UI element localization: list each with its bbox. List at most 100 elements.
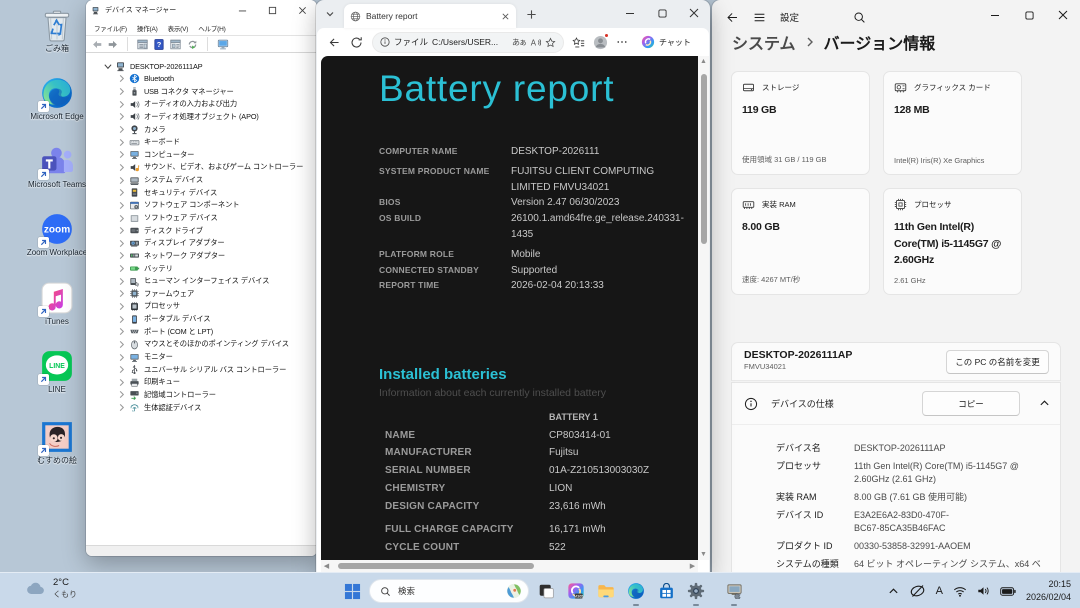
collapsed-chevron-icon[interactable] bbox=[117, 378, 126, 387]
favorites-hub-icon[interactable] bbox=[568, 32, 588, 52]
browser-close-button[interactable] bbox=[678, 0, 710, 26]
info-card-ram[interactable]: 実装 RAM 8.00 GB 速度: 4267 MT/秒 bbox=[731, 188, 870, 295]
collapsed-chevron-icon[interactable] bbox=[117, 251, 126, 260]
collapsed-chevron-icon[interactable] bbox=[117, 353, 126, 362]
taskbar-search-box[interactable]: 検索 bbox=[369, 579, 529, 603]
dm-menu-file[interactable]: ファイル(F) bbox=[89, 21, 132, 35]
tree-item[interactable]: ユニバーサル シリアル バス コントローラー bbox=[86, 363, 316, 376]
tree-item[interactable]: DESKTOP-2026111AP bbox=[86, 60, 316, 73]
collapsed-chevron-icon[interactable] bbox=[117, 277, 126, 286]
scroll-right-icon[interactable]: ▶ bbox=[687, 562, 698, 570]
file-explorer-button[interactable] bbox=[593, 578, 619, 604]
dm-minimize-button[interactable] bbox=[227, 0, 257, 20]
settings-minimize-button[interactable] bbox=[978, 0, 1012, 30]
new-tab-icon[interactable] bbox=[526, 9, 537, 20]
collapse-chevron-icon[interactable] bbox=[1039, 398, 1050, 409]
browser-tab[interactable]: Battery report bbox=[344, 4, 516, 28]
collapsed-chevron-icon[interactable] bbox=[117, 176, 126, 185]
scroll-up-icon[interactable]: ▲ bbox=[698, 58, 709, 65]
vertical-scroll-thumb[interactable] bbox=[700, 74, 707, 244]
tree-item[interactable]: ソフトウェア デバイス bbox=[86, 212, 316, 225]
tree-item[interactable]: モニター bbox=[86, 351, 316, 364]
collapsed-chevron-icon[interactable] bbox=[117, 340, 126, 349]
tree-item[interactable]: ディスプレイ アダプター bbox=[86, 237, 316, 250]
settings-titlebar[interactable]: 設定 bbox=[712, 0, 1080, 34]
forward-icon[interactable] bbox=[108, 40, 118, 49]
collapsed-chevron-icon[interactable] bbox=[117, 264, 126, 273]
info-card-storage[interactable]: ストレージ 119 GB 使用領域 31 GB / 119 GB bbox=[731, 71, 870, 175]
desktop-icon-teams[interactable]: Microsoft Teams bbox=[19, 144, 95, 190]
collapsed-chevron-icon[interactable] bbox=[117, 390, 126, 399]
tree-item[interactable]: ファームウェア bbox=[86, 288, 316, 301]
tree-item[interactable]: ポータブル デバイス bbox=[86, 313, 316, 326]
battery-icon[interactable] bbox=[1000, 586, 1016, 596]
desktop-icon-line[interactable]: LINE bbox=[19, 349, 95, 395]
read-aloud-icon[interactable]: A bbox=[530, 37, 541, 48]
copilot-365-button[interactable]: M365 bbox=[563, 578, 589, 604]
collapsed-chevron-icon[interactable] bbox=[117, 125, 126, 134]
collapsed-chevron-icon[interactable] bbox=[117, 201, 126, 210]
tree-item[interactable]: 生体認証デバイス bbox=[86, 401, 316, 414]
tree-item[interactable]: マウスとそのほかのポインティング デバイス bbox=[86, 338, 316, 351]
tree-item[interactable]: カメラ bbox=[86, 123, 316, 136]
dm-menu-help[interactable]: ヘルプ(H) bbox=[193, 21, 230, 35]
device-manager-taskbar-button[interactable] bbox=[721, 578, 747, 606]
task-view-button[interactable] bbox=[533, 578, 559, 604]
info-card-cpu[interactable]: プロセッサ 11th Gen Intel(R) Core(TM) i5-1145G… bbox=[883, 188, 1022, 295]
collapsed-chevron-icon[interactable] bbox=[117, 112, 126, 121]
edge-taskbar-button[interactable] bbox=[623, 578, 649, 606]
copilot-chat-button[interactable]: チャット bbox=[634, 32, 698, 52]
collapsed-chevron-icon[interactable] bbox=[117, 365, 126, 374]
tree-item[interactable]: USB コネクタ マネージャー bbox=[86, 85, 316, 98]
settings-back-icon[interactable] bbox=[726, 11, 739, 24]
back-icon[interactable] bbox=[92, 40, 102, 49]
list-view-icon[interactable] bbox=[137, 39, 148, 50]
settings-search-icon[interactable] bbox=[853, 11, 866, 24]
collapsed-chevron-icon[interactable] bbox=[117, 100, 126, 109]
help-icon[interactable]: ? bbox=[154, 38, 164, 50]
settings-taskbar-button[interactable] bbox=[683, 578, 709, 606]
tree-item[interactable]: ソフトウェア コンポーネント bbox=[86, 199, 316, 212]
collapsed-chevron-icon[interactable] bbox=[117, 289, 126, 298]
collapsed-chevron-icon[interactable] bbox=[117, 163, 126, 172]
tray-expand-icon[interactable] bbox=[888, 586, 899, 597]
expanded-chevron-icon[interactable] bbox=[103, 62, 112, 71]
settings-close-button[interactable] bbox=[1046, 0, 1080, 30]
wifi-icon[interactable] bbox=[953, 586, 967, 597]
tree-item[interactable]: 印刷キュー bbox=[86, 376, 316, 389]
desktop-icon-zoom[interactable]: Zoom Workplace bbox=[19, 212, 95, 258]
collapsed-chevron-icon[interactable] bbox=[117, 74, 126, 83]
properties-icon[interactable] bbox=[170, 39, 181, 50]
scan-icon[interactable] bbox=[187, 39, 198, 50]
mic-off-icon[interactable] bbox=[909, 584, 926, 598]
collapsed-chevron-icon[interactable] bbox=[117, 327, 126, 336]
desktop-icon-edge[interactable]: Microsoft Edge bbox=[19, 76, 95, 122]
desktop-icon-itunes[interactable]: iTunes bbox=[19, 281, 95, 327]
browser-back-icon[interactable] bbox=[324, 32, 344, 52]
tree-item[interactable]: ディスク ドライブ bbox=[86, 224, 316, 237]
address-bar[interactable]: ファイル C:/Users/USER... あぁ A bbox=[372, 31, 564, 53]
computer-icon[interactable] bbox=[217, 39, 229, 50]
translate-icon[interactable]: あぁ bbox=[512, 37, 527, 48]
collapsed-chevron-icon[interactable] bbox=[117, 188, 126, 197]
tree-item[interactable]: セキュリティ デバイス bbox=[86, 186, 316, 199]
dm-maximize-button[interactable] bbox=[257, 0, 287, 20]
rename-pc-button[interactable]: この PC の名前を変更 bbox=[946, 350, 1049, 374]
tree-item[interactable]: サウンド、ビデオ、およびゲーム コントローラー bbox=[86, 161, 316, 174]
volume-icon[interactable] bbox=[977, 585, 990, 597]
collapsed-chevron-icon[interactable] bbox=[117, 226, 126, 235]
tree-item[interactable]: Bluetooth bbox=[86, 73, 316, 86]
browser-minimize-button[interactable] bbox=[614, 0, 646, 26]
horizontal-scroll-thumb[interactable] bbox=[338, 563, 534, 569]
tree-item[interactable]: プロセッサ bbox=[86, 300, 316, 313]
start-button[interactable] bbox=[339, 578, 365, 604]
desktop-icon-recycle-bin[interactable]: ごみ箱 bbox=[19, 8, 95, 54]
taskbar-weather-widget[interactable]: 2°C くもり bbox=[26, 577, 77, 600]
collapsed-chevron-icon[interactable] bbox=[117, 214, 126, 223]
info-card-gpu[interactable]: グラフィックス カード 128 MB Intel(R) Iris(R) Xe Gra… bbox=[883, 71, 1022, 175]
dm-close-button[interactable] bbox=[287, 0, 317, 20]
page-info-icon[interactable] bbox=[380, 37, 390, 47]
tree-item[interactable]: ポート (COM と LPT) bbox=[86, 325, 316, 338]
scroll-left-icon[interactable]: ◀ bbox=[321, 562, 332, 570]
tree-item[interactable]: キーボード bbox=[86, 136, 316, 149]
